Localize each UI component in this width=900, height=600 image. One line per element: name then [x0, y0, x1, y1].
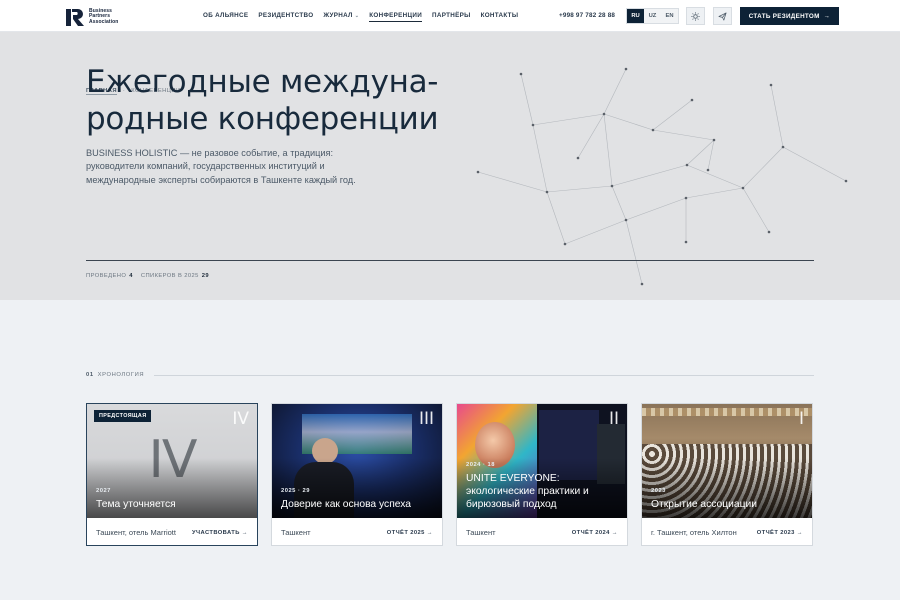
upcoming-badge: ПРЕДСТОЯЩАЯ — [94, 410, 152, 422]
phone-link[interactable]: +998 97 782 28 88 — [559, 12, 615, 19]
nav-item-contacts[interactable]: КОНТАКТЫ — [481, 11, 519, 22]
speaker-stage-photo: III 2025 · 29 Доверие как основа успеха — [272, 404, 442, 518]
stat-held-label: ПРОВЕДЕНО — [86, 273, 127, 279]
logo-mark-icon — [66, 8, 84, 26]
nav-item-partners[interactable]: ПАРТНЁРЫ — [432, 11, 471, 22]
lang-ru[interactable]: RU — [627, 9, 644, 23]
nav-item-residency[interactable]: РЕЗИДЕНТСТВО — [258, 11, 313, 22]
hero-divider — [86, 260, 814, 261]
card-year: 2023 — [651, 488, 666, 494]
stat-held-value: 4 — [129, 273, 133, 279]
conference-card-2025[interactable]: III 2025 · 29 Доверие как основа успеха … — [271, 403, 443, 546]
card-title: UNITE EVERYONE: экологические практики и… — [466, 473, 589, 510]
report-link[interactable]: ОТЧЁТ 2023 → — [757, 530, 803, 536]
card-title: Доверие как основа успеха — [281, 499, 412, 510]
cta-label: СТАТЬ РЕЗИДЕНТОМ — [748, 12, 820, 20]
conference-hall-audience-photo: I 2023 Открытие ассоциации — [642, 404, 812, 518]
conference-card-2024[interactable]: II 2024 · 18 UNITE EVERYONE: экологическ… — [456, 403, 628, 546]
report-link[interactable]: ОТЧЁТ 2025 → — [387, 530, 433, 536]
nav-item-journal[interactable]: ЖУРНАЛ ⌄ — [323, 11, 359, 22]
logo[interactable]: Business Partners Association — [66, 8, 126, 26]
card-roman-numeral: I — [798, 409, 804, 429]
card-place: Ташкент — [466, 528, 496, 537]
theme-toggle-button[interactable] — [686, 7, 705, 25]
site-header: Business Partners Association ОБ АЛЬЯНСЕ… — [0, 0, 900, 32]
card-footer: Ташкент, отель Marriott УЧАСТВОВАТЬ → — [87, 518, 257, 547]
section-divider — [154, 374, 814, 376]
card-place: г. Ташкент, отель Хилтон — [651, 528, 737, 537]
card-year: 2027 — [96, 488, 111, 494]
telegram-button[interactable] — [713, 7, 732, 25]
hero-description: BUSINESS HOLISTIC — не разовое событие, … — [86, 148, 356, 185]
card-roman-numeral: II — [608, 409, 619, 429]
card-roman-numeral: III — [418, 409, 434, 429]
become-resident-button[interactable]: СТАТЬ РЕЗИДЕНТОМ → — [740, 7, 839, 25]
arrow-right-icon: → — [823, 12, 831, 20]
main-nav: ОБ АЛЬЯНСЕ РЕЗИДЕНТСТВО ЖУРНАЛ ⌄ КОНФЕРЕН… — [203, 11, 528, 22]
chronology-heading: 01 ХРОНОЛОГИЯ — [86, 372, 814, 378]
card-year: 2025 · 29 — [281, 488, 310, 494]
conference-card-2023[interactable]: I 2023 Открытие ассоциации г. Ташкент, о… — [641, 403, 813, 546]
lang-uz[interactable]: UZ — [644, 9, 661, 23]
card-year: 2024 · 18 — [466, 462, 495, 468]
nav-item-journal-label: ЖУРНАЛ — [323, 12, 353, 19]
card-footer: Ташкент ОТЧЁТ 2025 → — [272, 518, 442, 547]
send-icon — [718, 12, 727, 20]
nav-item-conferences[interactable]: КОНФЕРЕНЦИИ — [369, 11, 423, 22]
logo-line-3: Association — [89, 18, 119, 25]
participate-link[interactable]: УЧАСТВОВАТЬ → — [192, 530, 248, 536]
section-title: ХРОНОЛОГИЯ — [97, 372, 145, 378]
sun-icon — [691, 11, 700, 21]
report-link[interactable]: ОТЧЁТ 2024 → — [572, 530, 618, 536]
stat-speakers-value: 29 — [201, 273, 209, 279]
card-footer: г. Ташкент, отель Хилтон ОТЧЁТ 2023 → — [642, 518, 812, 547]
card-place: Ташкент, отель Marriott — [96, 528, 176, 537]
chevron-down-icon: ⌄ — [354, 13, 360, 19]
stat-speakers-label: СПИКЕРОВ В 2025 — [140, 273, 199, 279]
colorful-portrait-stage-photo: II 2024 · 18 UNITE EVERYONE: экологическ… — [457, 404, 627, 518]
nav-item-about[interactable]: ОБ АЛЬЯНСЕ — [203, 11, 248, 22]
stat-speakers: СПИКЕРОВ В 2025 29 — [141, 273, 209, 279]
ceiling-lights — [642, 408, 812, 416]
card-title: Тема уточняется — [96, 499, 176, 510]
card-title: Открытие ассоциации — [651, 499, 758, 510]
lang-en[interactable]: EN — [661, 9, 678, 23]
conference-card-2027[interactable]: IV ПРЕДСТОЯЩАЯ IV 2027 Тема уточняется Т… — [86, 403, 258, 546]
card-place: Ташкент — [281, 528, 311, 537]
logo-text: Business Partners Association — [89, 8, 119, 26]
section-number: 01 — [86, 372, 94, 378]
stat-held: ПРОВЕДЕНО 4 — [86, 273, 133, 279]
page-title: Ежегодные междуна-родные конференции — [86, 64, 439, 137]
card-footer: Ташкент ОТЧЁТ 2024 → — [457, 518, 627, 547]
card-placeholder-image: IV ПРЕДСТОЯЩАЯ IV 2027 Тема уточняется — [87, 404, 257, 518]
hero-stats: ПРОВЕДЕНО 4 СПИКЕРОВ В 2025 29 — [86, 273, 209, 279]
language-switcher: RU UZ EN — [626, 8, 679, 24]
card-roman-numeral: IV — [232, 409, 249, 429]
